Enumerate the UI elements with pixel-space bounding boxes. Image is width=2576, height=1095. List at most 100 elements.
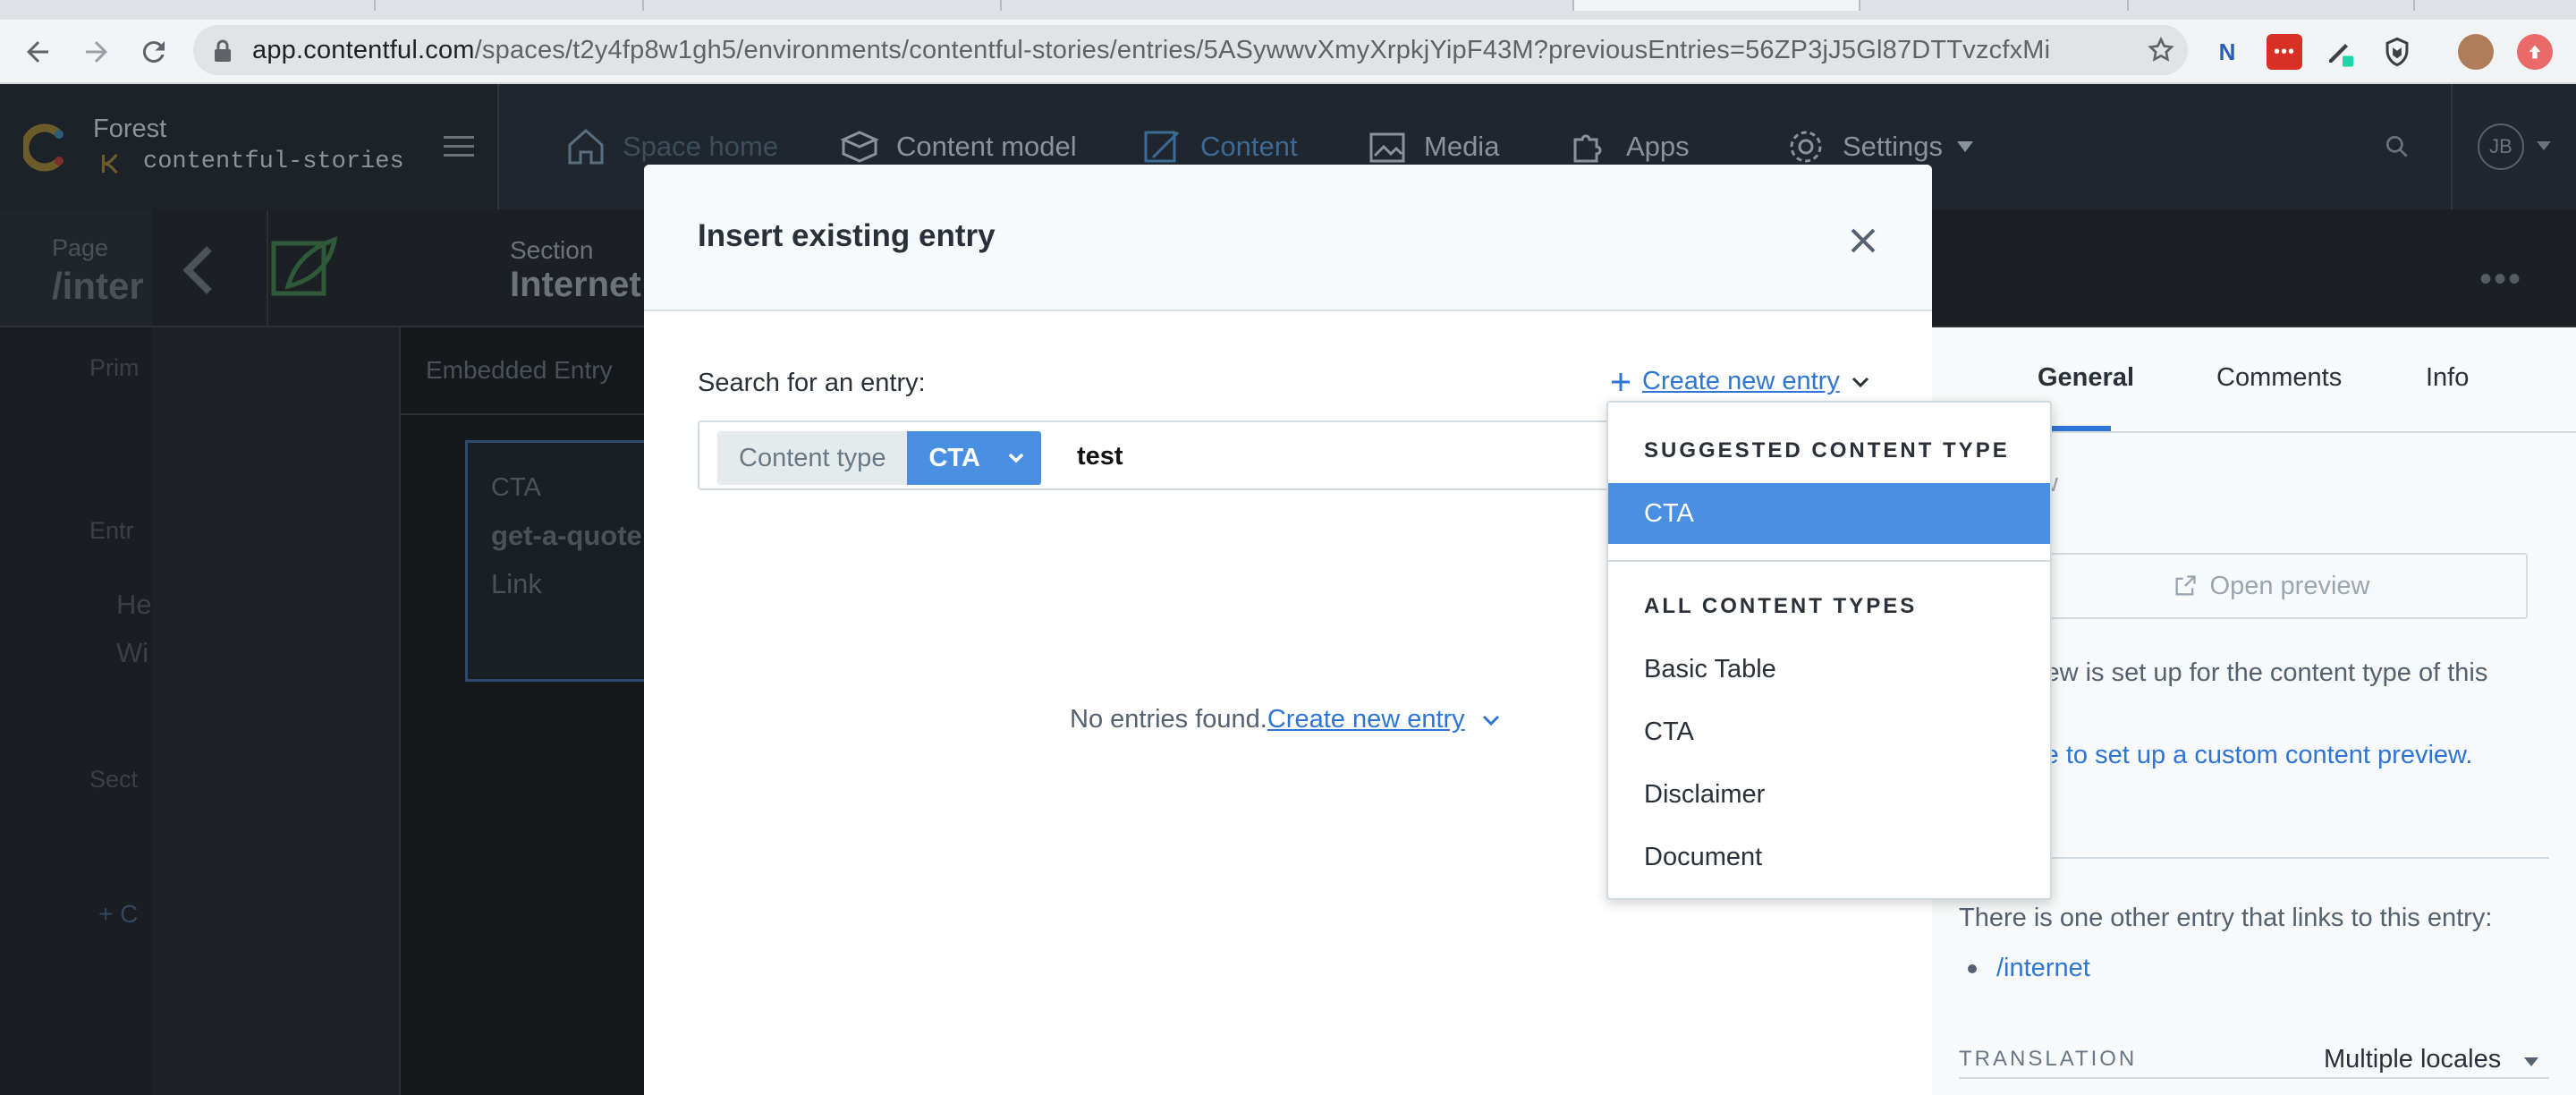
translation-label: TRANSLATION [1959,1047,2138,1071]
environment-branch-icon [97,150,123,177]
content-model-icon [840,131,879,163]
entry-search-box[interactable]: Content type CTA test [698,420,1646,490]
account-menu[interactable]: JB [2451,84,2576,209]
chevron-down-icon [1957,141,1974,152]
preview-note: iew is set up for the content type of th… [2039,658,2488,687]
browser-tab[interactable] [107,0,376,11]
browser-tab-active[interactable] [1574,0,1860,11]
translation-select[interactable]: Multiple locales [2324,1045,2501,1074]
chevron-down-icon [2537,141,2551,150]
search-input[interactable]: test [1077,442,1123,471]
field-column: Prim Entr He Wi Sect + C [89,327,401,1095]
chevron-down-icon [2524,1057,2538,1066]
no-entries-text: No entries found. [1070,705,1267,734]
browser-tab[interactable] [2147,0,2415,11]
dropdown-item-basic-table[interactable]: Basic Table [1608,639,2050,700]
card-subtitle: Link [491,568,542,599]
browser-tab[interactable] [1860,0,2129,11]
gear-icon [1790,131,1822,163]
links-text: There is one other entry that links to t… [1959,904,2493,932]
tab-info[interactable]: Info [2426,363,2469,393]
section-feather-icon [270,236,338,301]
puzzle-icon [1573,134,1602,163]
profile-avatar-icon[interactable] [2458,34,2494,70]
hamburger-menu-icon[interactable] [444,134,474,159]
dropdown-item-document[interactable]: Document [1608,827,2050,887]
lock-icon [213,39,233,63]
home-icon [568,128,604,165]
bullet [1968,964,1977,973]
field-label: Sect [89,766,139,793]
tab-comments[interactable]: Comments [2216,363,2342,393]
forward-icon[interactable] [80,36,113,68]
field-value: Wi [116,637,149,668]
content-type-dropdown: SUGGESTED CONTENT TYPE CTA ALL CONTENT T… [1606,401,2052,900]
back-icon[interactable] [21,36,54,68]
empty-state: No entries found. Create new entry [1070,705,1501,734]
nav-apps[interactable]: Apps [1567,125,1690,168]
nav-content-model[interactable]: Content model [837,125,1077,168]
back-arrow-icon[interactable] [181,245,216,295]
more-options-icon[interactable]: ••• [2479,259,2522,300]
chevron-down-icon[interactable] [1481,714,1501,726]
card-title: get-a-quote [491,520,642,551]
dropdown-item-cta[interactable]: CTA [1608,701,2050,762]
add-content-link[interactable]: + C [98,900,138,929]
modal-header: Insert existing entry [644,165,1932,311]
embedded-entry-label: Embedded Entry [426,356,613,384]
all-types-heading: ALL CONTENT TYPES [1644,594,1918,618]
modal-title: Insert existing entry [698,218,996,253]
browser-tab[interactable] [733,0,1002,11]
avatar: JB [2478,123,2524,170]
linked-entry-link[interactable]: /internet [1996,954,2090,983]
open-preview-button[interactable]: Open preview [2014,553,2528,619]
search-label: Search for an entry: [698,369,926,397]
chevron-down-icon [1852,377,1868,387]
browser-tab[interactable] [1306,0,1574,11]
nav-space-home[interactable]: Space home [564,125,778,168]
extension-upload-icon[interactable] [2517,34,2553,70]
extension-lastpass-icon[interactable]: ••• [2267,34,2302,70]
suggested-heading: SUGGESTED CONTENT TYPE [1644,438,2010,463]
browser-tab[interactable] [376,0,644,11]
content-feather-icon [1144,131,1180,163]
space-switcher[interactable]: Forest contentful-stories [0,84,499,209]
content-type-label: Content type [717,431,908,485]
divider [267,209,268,327]
dropdown-item-disclaimer[interactable]: Disclaimer [1608,764,2050,825]
reload-icon[interactable] [138,36,170,68]
content-type-select[interactable]: CTA [907,431,1041,485]
custom-preview-link[interactable]: re to set up a custom content preview. [2036,741,2472,770]
nav-media[interactable]: Media [1365,125,1499,168]
page-title: /inter [52,265,144,307]
tab-general[interactable]: General [2038,363,2134,393]
extension-n-icon[interactable]: N [2209,34,2245,70]
content-type-filter[interactable]: Content type CTA [717,431,1041,485]
plus-icon [1612,372,1630,391]
create-new-entry-button[interactable]: Create new entry [1610,367,1870,396]
nav-content[interactable]: Content [1141,125,1298,168]
browser-toolbar: app.contentful.com/spaces/t2y4fp8w1gh5/e… [0,20,2576,84]
chevron-down-icon [1008,453,1024,463]
card-type: CTA [491,473,541,502]
extension-shield-icon[interactable] [2379,34,2415,70]
divider [1608,560,2050,562]
environment-name: contentful-stories [143,149,404,175]
nav-settings[interactable]: Settings [1784,125,1974,168]
bookmark-star-icon[interactable] [2147,36,2175,64]
browser-tab-strip [0,0,2576,20]
extension-pen-icon[interactable] [2322,34,2358,70]
url-text: app.contentful.com/spaces/t2y4fp8w1gh5/e… [252,36,2051,64]
search-icon[interactable] [2383,132,2411,161]
field-value: He [116,589,152,620]
field-label: Prim [89,354,140,381]
create-new-entry-link[interactable]: Create new entry [1267,705,1465,734]
external-link-icon [2175,575,2196,596]
address-bar[interactable]: app.contentful.com/spaces/t2y4fp8w1gh5/e… [193,25,2188,75]
space-name: Forest [93,115,167,143]
dropdown-item-suggested-cta[interactable]: CTA [1608,483,2050,544]
field-label: Entr [89,517,134,544]
close-icon[interactable] [1850,227,1877,254]
section-type-label: Section [510,236,594,264]
page-type-label: Page [52,234,109,261]
